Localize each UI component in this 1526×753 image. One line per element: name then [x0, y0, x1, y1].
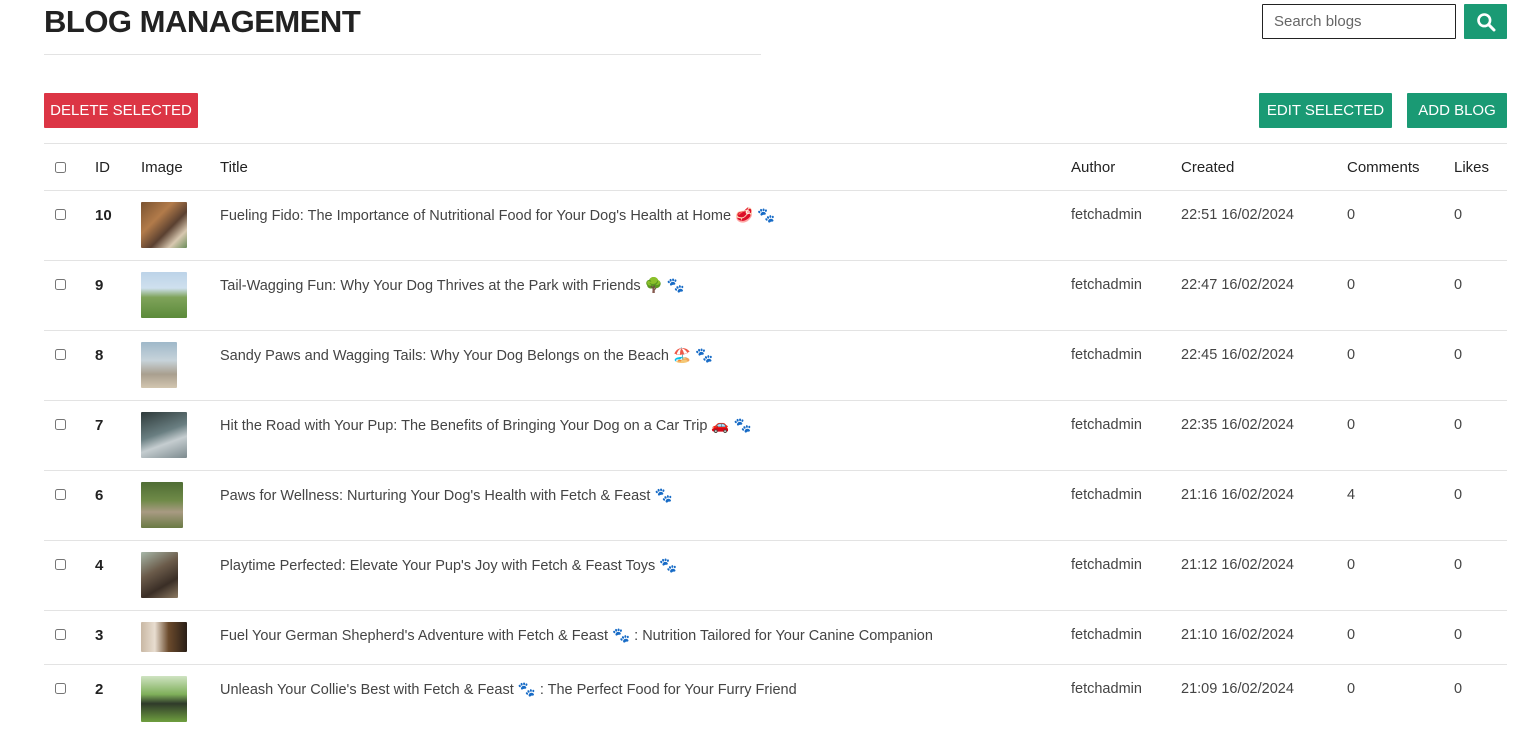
column-header-author: Author — [1071, 143, 1181, 191]
delete-selected-button[interactable]: DELETE SELECTED — [44, 93, 198, 128]
row-likes: 0 — [1454, 470, 1507, 541]
search-input[interactable] — [1262, 4, 1456, 39]
row-created: 22:51 16/02/2024 — [1181, 190, 1347, 261]
row-comments: 0 — [1347, 190, 1454, 261]
blog-thumbnail — [141, 552, 178, 598]
row-id: 9 — [95, 260, 141, 331]
row-created: 22:45 16/02/2024 — [1181, 330, 1347, 401]
blog-thumbnail — [141, 272, 187, 318]
row-author: fetchadmin — [1071, 190, 1181, 261]
column-header-title: Title — [220, 143, 1071, 191]
row-checkbox[interactable] — [55, 349, 66, 360]
blog-table: ID Image Title Author Created Comments L… — [44, 143, 1507, 725]
row-created: 22:47 16/02/2024 — [1181, 260, 1347, 331]
row-checkbox[interactable] — [55, 559, 66, 570]
column-header-id: ID — [95, 143, 141, 191]
row-comments: 0 — [1347, 260, 1454, 331]
blog-thumbnail — [141, 622, 187, 652]
row-author: fetchadmin — [1071, 400, 1181, 471]
row-checkbox[interactable] — [55, 419, 66, 430]
search-icon — [1476, 12, 1495, 31]
row-title: Tail-Wagging Fun: Why Your Dog Thrives a… — [220, 260, 1071, 331]
table-row[interactable]: 10 Fueling Fido: The Importance of Nutri… — [44, 190, 1507, 261]
table-row[interactable]: 9 Tail-Wagging Fun: Why Your Dog Thrives… — [44, 260, 1507, 331]
row-author: fetchadmin — [1071, 540, 1181, 611]
table-row[interactable]: 3 Fuel Your German Shepherd's Adventure … — [44, 610, 1507, 665]
row-likes: 0 — [1454, 330, 1507, 401]
row-likes: 0 — [1454, 540, 1507, 611]
table-row[interactable]: 4 Playtime Perfected: Elevate Your Pup's… — [44, 540, 1507, 611]
row-checkbox[interactable] — [55, 209, 66, 220]
row-likes: 0 — [1454, 681, 1463, 697]
row-id: 4 — [95, 540, 141, 611]
row-likes: 0 — [1454, 260, 1507, 331]
row-id: 7 — [95, 400, 141, 471]
blog-thumbnail — [141, 676, 187, 722]
row-comments: 0 — [1347, 400, 1454, 471]
row-checkbox[interactable] — [55, 489, 66, 500]
edit-selected-button[interactable]: EDIT SELECTED — [1259, 93, 1392, 128]
table-header-row: ID Image Title Author Created Comments L… — [44, 143, 1507, 191]
row-title: Playtime Perfected: Elevate Your Pup's J… — [220, 540, 1071, 611]
row-id: 2 — [95, 681, 104, 698]
row-title: Fueling Fido: The Importance of Nutritio… — [220, 190, 1071, 261]
row-comments: 4 — [1347, 470, 1454, 541]
select-all-checkbox[interactable] — [55, 161, 66, 173]
row-author: fetchadmin — [1071, 681, 1142, 697]
row-title: Sandy Paws and Wagging Tails: Why Your D… — [220, 330, 1071, 401]
row-author: fetchadmin — [1071, 330, 1181, 401]
row-created: 21:09 16/02/2024 — [1181, 681, 1294, 697]
row-checkbox[interactable] — [55, 629, 66, 640]
row-title: Fuel Your German Shepherd's Adventure wi… — [220, 610, 1071, 665]
add-blog-button[interactable]: ADD BLOG — [1407, 93, 1507, 128]
title-divider — [44, 54, 761, 55]
page-title: BLOG MANAGEMENT — [44, 4, 361, 39]
search-button[interactable] — [1464, 4, 1507, 39]
column-header-created: Created — [1181, 143, 1347, 191]
blog-thumbnail — [141, 342, 177, 388]
column-header-comments: Comments — [1347, 143, 1454, 191]
row-author: fetchadmin — [1071, 610, 1181, 665]
row-comments: 0 — [1347, 330, 1454, 401]
table-row[interactable]: 7 Hit the Road with Your Pup: The Benefi… — [44, 400, 1507, 471]
row-title: Paws for Wellness: Nurturing Your Dog's … — [220, 470, 1071, 541]
column-header-likes: Likes — [1454, 143, 1507, 191]
row-comments: 0 — [1347, 681, 1356, 697]
row-id: 6 — [95, 470, 141, 541]
row-comments: 0 — [1347, 610, 1454, 665]
row-author: fetchadmin — [1071, 470, 1181, 541]
row-checkbox[interactable] — [55, 279, 66, 290]
row-id: 8 — [95, 330, 141, 401]
row-created: 21:12 16/02/2024 — [1181, 540, 1347, 611]
row-likes: 0 — [1454, 190, 1507, 261]
row-checkbox[interactable] — [55, 683, 66, 694]
table-row[interactable]: 8 Sandy Paws and Wagging Tails: Why Your… — [44, 330, 1507, 401]
row-created: 21:10 16/02/2024 — [1181, 610, 1347, 665]
blog-thumbnail — [141, 482, 183, 528]
blog-thumbnail — [141, 202, 187, 248]
table-row[interactable]: 2 Unleash Your Collie's Best with Fetch … — [44, 665, 1507, 725]
row-created: 21:16 16/02/2024 — [1181, 470, 1347, 541]
row-created: 22:35 16/02/2024 — [1181, 400, 1347, 471]
blog-thumbnail — [141, 412, 187, 458]
row-title: Hit the Road with Your Pup: The Benefits… — [220, 400, 1071, 471]
row-id: 3 — [95, 610, 141, 665]
row-id: 10 — [95, 190, 141, 261]
row-author: fetchadmin — [1071, 260, 1181, 331]
table-row[interactable]: 6 Paws for Wellness: Nurturing Your Dog'… — [44, 470, 1507, 541]
column-header-image: Image — [141, 143, 220, 191]
row-likes: 0 — [1454, 610, 1507, 665]
row-comments: 0 — [1347, 540, 1454, 611]
row-likes: 0 — [1454, 400, 1507, 471]
row-title: Unleash Your Collie's Best with Fetch & … — [220, 682, 797, 698]
